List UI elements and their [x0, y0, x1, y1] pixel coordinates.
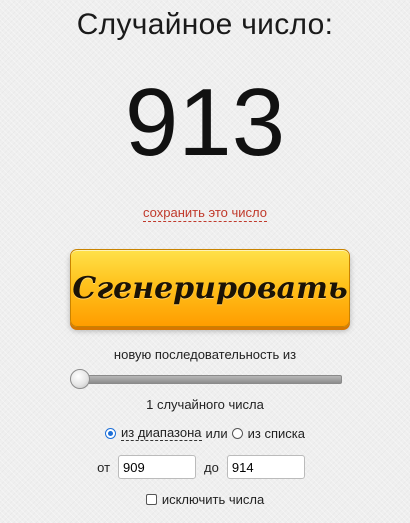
- from-input[interactable]: [118, 455, 197, 479]
- exclude-label[interactable]: исключить числа: [162, 492, 264, 507]
- generate-button[interactable]: Сгенерировать: [70, 249, 350, 327]
- count-slider-handle[interactable]: [70, 369, 90, 389]
- to-label: до: [204, 459, 219, 475]
- from-label: от: [97, 459, 111, 475]
- list-mode-radio[interactable]: [231, 427, 243, 439]
- list-mode-label[interactable]: из списка: [248, 426, 305, 441]
- count-slider-track[interactable]: [72, 375, 342, 384]
- page-title: Случайное число:: [76, 8, 334, 41]
- save-number-link[interactable]: сохранить это число: [143, 205, 267, 222]
- mode-selector: из диапазона или из списка: [0, 425, 410, 441]
- exclude-row: исключить числа: [0, 492, 410, 507]
- range-mode-label[interactable]: из диапазона: [121, 425, 202, 441]
- or-label: или: [205, 425, 228, 441]
- sequence-label: новую последовательность из: [113, 347, 297, 362]
- random-number-display: 913: [124, 69, 286, 176]
- range-mode-radio[interactable]: [105, 427, 117, 439]
- count-label: 1 случайного числа: [146, 397, 264, 412]
- save-number-link-row: сохранить это число: [0, 205, 410, 222]
- exclude-checkbox[interactable]: [145, 494, 157, 505]
- range-inputs: от до: [0, 455, 410, 479]
- to-input[interactable]: [226, 455, 305, 479]
